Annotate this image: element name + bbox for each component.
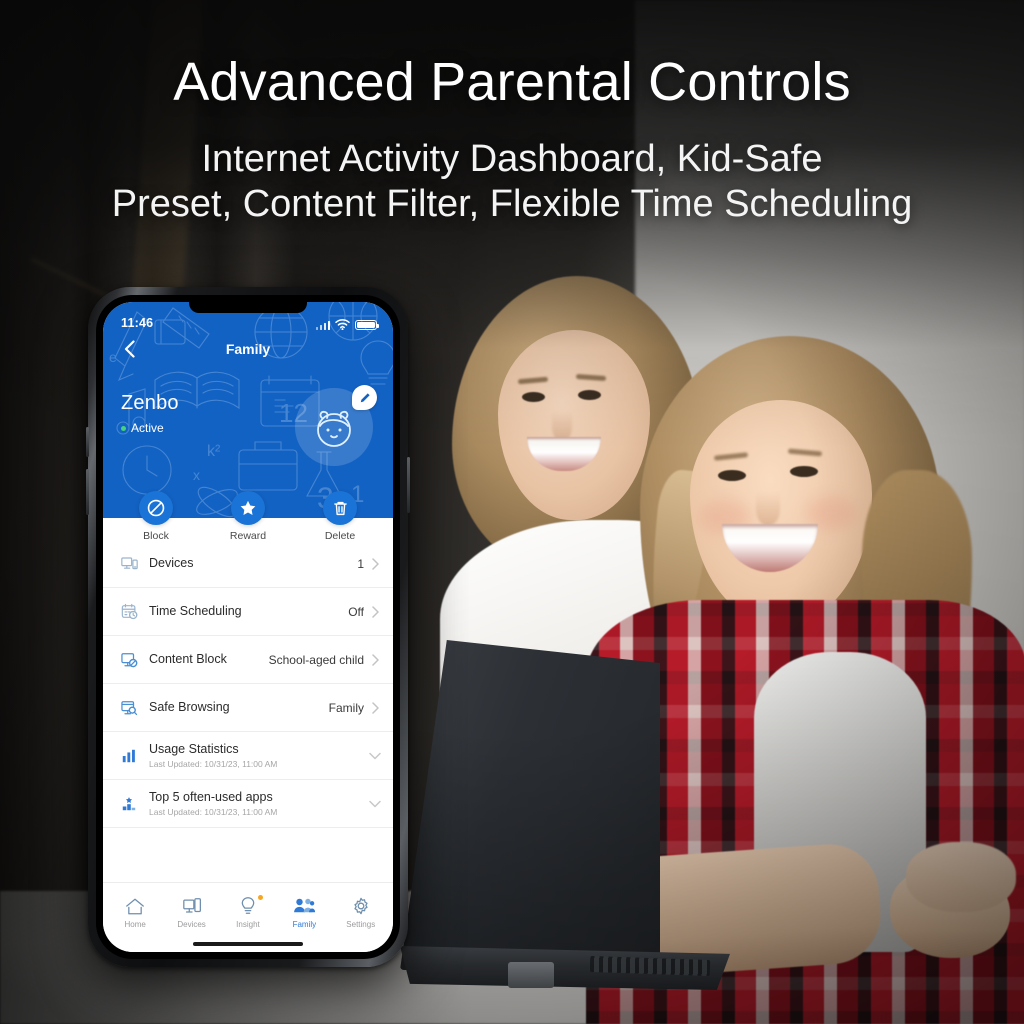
list-item-time-scheduling-value: Off: [348, 604, 364, 619]
status-bar-icons: [315, 319, 380, 330]
chevron-left-icon: [124, 340, 135, 358]
chevron-right-icon: [369, 701, 381, 714]
pencil-edit-icon: [360, 392, 370, 402]
list-item-top-apps-label: Top 5 often-used apps: [149, 789, 273, 804]
chevron-right-icon: [369, 605, 381, 618]
home-icon: [109, 894, 161, 918]
action-reward-label: Reward: [229, 530, 267, 542]
edit-avatar-button[interactable]: [352, 385, 377, 410]
chevron-right-icon: [369, 653, 381, 666]
list-item-usage-statistics-label: Usage Statistics: [149, 741, 239, 756]
profile-status-label: Active: [131, 421, 164, 435]
home-indicator-bar[interactable]: [193, 942, 303, 946]
profile-text: Zenbo Active: [121, 392, 179, 435]
tab-home-label: Home: [124, 920, 146, 929]
list-item-devices-label: Devices: [149, 555, 194, 570]
insight-notification-badge: [257, 895, 263, 900]
trash-icon: [333, 501, 347, 515]
tab-devices[interactable]: Devices: [166, 894, 218, 929]
list-item-devices[interactable]: Devices 1: [103, 540, 393, 588]
promo-text-block: Advanced Parental Controls Internet Acti…: [0, 52, 1024, 227]
list-item-time-scheduling-label: Time Scheduling: [149, 603, 242, 618]
page-title: Family: [225, 341, 271, 357]
list-item-content-block-label: Content Block: [149, 651, 227, 666]
tab-insight-label: Insight: [236, 920, 260, 929]
phone-screen: 12 3 1 k² e x: [103, 302, 393, 952]
list-item-time-scheduling[interactable]: Time Scheduling Off: [103, 588, 393, 636]
promo-subheadline-line-1: Internet Activity Dashboard, Kid-Safe: [201, 138, 823, 181]
profile-status: Active: [121, 421, 179, 435]
battery-full-icon: [355, 319, 380, 330]
chevron-right-icon: [369, 557, 381, 570]
action-delete-label: Delete: [324, 530, 356, 542]
list-item-safe-browsing-texts: Safe Browsing: [141, 700, 329, 716]
list-item-content-block-texts: Content Block: [141, 652, 269, 668]
list-item-time-scheduling-texts: Time Scheduling: [141, 604, 348, 620]
phone-notch: [189, 302, 307, 313]
tab-home[interactable]: Home: [109, 894, 161, 929]
action-delete-circle: [323, 491, 357, 525]
avatar-container[interactable]: [295, 385, 377, 466]
list-item-safe-browsing-value: Family: [328, 700, 364, 715]
profile-block: Zenbo Active: [103, 366, 393, 466]
bottom-tab-bar: Home Devices Insight Family Settings: [103, 882, 393, 936]
action-block-circle: [139, 491, 173, 525]
list-empty-space: [103, 828, 393, 874]
list-item-top-apps-texts: Top 5 often-used apps Last Updated: 10/3…: [141, 790, 369, 818]
action-block-label: Block: [143, 530, 169, 542]
lightbulb-icon: [222, 894, 274, 918]
tab-family-label: Family: [292, 920, 317, 929]
star-icon: [240, 500, 256, 515]
svg-text:x: x: [193, 467, 200, 483]
status-bar-time: 11:46: [121, 316, 154, 330]
tab-insight[interactable]: Insight: [222, 894, 274, 929]
phone-power-button[interactable]: [407, 457, 410, 513]
list-item-devices-value: 1: [357, 556, 364, 571]
bar-chart-icon: [117, 748, 141, 764]
list-item-content-block-value: School-aged child: [268, 652, 364, 667]
device-monitor-icon: [117, 556, 141, 571]
podium-chart-icon: [117, 796, 141, 812]
wifi-icon: [335, 319, 350, 330]
list-item-safe-browsing[interactable]: Safe Browsing Family: [103, 684, 393, 732]
tab-settings-label: Settings: [346, 920, 376, 929]
chevron-down-icon[interactable]: [369, 800, 381, 808]
promo-subheadline: Internet Activity Dashboard, Kid-Safe Pr…: [0, 137, 1024, 227]
family-group-icon: [278, 894, 330, 918]
list-item-top-apps[interactable]: Top 5 often-used apps Last Updated: 10/3…: [103, 780, 393, 828]
back-button[interactable]: [117, 337, 141, 361]
tab-devices-label: Devices: [177, 920, 206, 929]
calendar-clock-icon: [117, 603, 141, 620]
list-item-content-block[interactable]: Content Block School-aged child: [103, 636, 393, 684]
family-hero-header: 12 3 1 k² e x: [103, 302, 393, 518]
active-status-dot-icon: [121, 425, 126, 431]
list-item-usage-statistics-subtitle: Last Updated: 10/31/23, 11:00 AM: [149, 759, 278, 770]
monitor-block-icon: [117, 652, 141, 668]
phone-mockup: 12 3 1 k² e x: [86, 287, 410, 967]
tab-family[interactable]: Family: [278, 894, 330, 929]
list-item-usage-statistics[interactable]: Usage Statistics Last Updated: 10/31/23,…: [103, 732, 393, 780]
nav-bar: Family: [103, 332, 393, 366]
phone-volume-up-button[interactable]: [86, 427, 89, 457]
tab-settings[interactable]: Settings: [335, 894, 387, 929]
list-item-safe-browsing-label: Safe Browsing: [149, 699, 230, 714]
list-item-top-apps-subtitle: Last Updated: 10/31/23, 11:00 AM: [149, 807, 278, 818]
block-prohibition-icon: [147, 499, 165, 517]
action-reward-circle: [231, 491, 265, 525]
settings-list: Devices 1 Time Scheduling Off Content Bl…: [103, 518, 393, 882]
promo-subheadline-line-2: Preset, Content Filter, Flexible Time Sc…: [111, 183, 913, 226]
gear-icon: [335, 894, 387, 918]
list-item-usage-statistics-texts: Usage Statistics Last Updated: 10/31/23,…: [141, 742, 369, 770]
phone-volume-down-button[interactable]: [86, 469, 89, 515]
child-face-avatar-icon: [317, 410, 351, 447]
home-indicator-area: [103, 936, 393, 952]
profile-name: Zenbo: [121, 392, 179, 414]
chevron-down-icon[interactable]: [369, 752, 381, 760]
list-item-devices-texts: Devices: [141, 556, 357, 572]
promo-headline: Advanced Parental Controls: [173, 52, 851, 112]
cellular-signal-icon: [315, 320, 330, 330]
monitor-search-icon: [117, 700, 141, 716]
devices-icon: [166, 894, 218, 918]
